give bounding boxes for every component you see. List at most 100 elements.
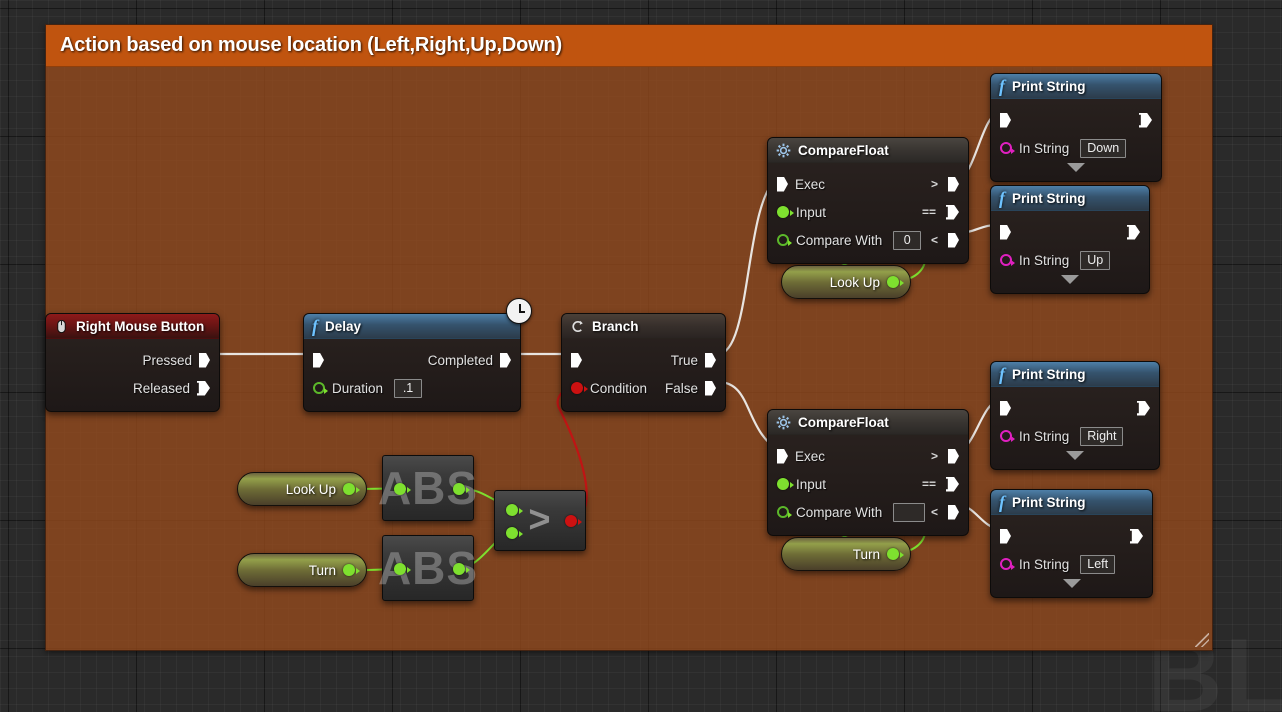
pin-row-exec[interactable] bbox=[991, 522, 1152, 550]
pin-row-exec[interactable]: True bbox=[562, 346, 725, 374]
exec-pin-out[interactable] bbox=[1130, 529, 1143, 544]
exec-pin-in[interactable] bbox=[777, 448, 788, 464]
compare-with-input[interactable]: 0 bbox=[893, 230, 922, 250]
exec-pin-in[interactable] bbox=[1000, 400, 1011, 416]
float-pin-output[interactable] bbox=[887, 548, 904, 560]
exec-pin-greater[interactable] bbox=[948, 176, 959, 192]
exec-pin-equal[interactable] bbox=[946, 205, 959, 220]
node-body: In String Right bbox=[991, 387, 1159, 469]
variable-get-turn-left[interactable]: Turn bbox=[237, 553, 367, 587]
string-pin-in-string[interactable] bbox=[1000, 558, 1015, 570]
pin-row-exec[interactable] bbox=[991, 218, 1149, 246]
pin-row-pressed[interactable]: Pressed bbox=[46, 346, 219, 374]
exec-pin-false[interactable] bbox=[705, 380, 716, 396]
exec-pin-out[interactable] bbox=[1139, 113, 1152, 128]
float-pin-input[interactable] bbox=[777, 478, 794, 490]
exec-pin-equal[interactable] bbox=[946, 477, 959, 492]
expand-node-toggle[interactable] bbox=[991, 162, 1161, 172]
pin-row-in-string[interactable]: In String Right bbox=[991, 422, 1159, 450]
float-pin-input[interactable] bbox=[777, 206, 794, 218]
variable-get-look-up-top[interactable]: Look Up bbox=[781, 265, 911, 299]
float-pin-input-a[interactable] bbox=[506, 504, 523, 516]
node-body: Exec > Input == bbox=[768, 163, 968, 263]
node-greater-than[interactable]: > bbox=[494, 490, 586, 551]
exec-pin-released[interactable] bbox=[197, 381, 210, 396]
float-pin-output[interactable] bbox=[453, 483, 470, 495]
float-pin-output[interactable] bbox=[343, 564, 360, 576]
expand-node-toggle[interactable] bbox=[991, 578, 1152, 588]
pin-row-in-string[interactable]: In String Up bbox=[991, 246, 1149, 274]
blueprint-graph-canvas[interactable]: BL Action based on mouse location (Left,… bbox=[0, 0, 1282, 712]
pin-row-exec[interactable]: Exec > bbox=[768, 170, 968, 198]
in-string-input[interactable]: Up bbox=[1080, 250, 1111, 270]
expand-node-toggle[interactable] bbox=[991, 274, 1149, 284]
node-compare-float-top[interactable]: CompareFloat Exec > Input == Compare Wit… bbox=[767, 137, 969, 264]
pin-row-released[interactable]: Released bbox=[46, 374, 219, 402]
float-pin-input[interactable] bbox=[394, 563, 411, 575]
pin-row-in-string[interactable]: In String Left bbox=[991, 550, 1152, 578]
bool-pin-condition[interactable] bbox=[571, 382, 588, 394]
duration-input[interactable]: .1 bbox=[394, 378, 423, 398]
exec-pin-out[interactable] bbox=[1127, 225, 1140, 240]
expand-node-toggle[interactable] bbox=[991, 450, 1159, 460]
variable-get-look-up-left[interactable]: Look Up bbox=[237, 472, 367, 506]
string-pin-in-string[interactable] bbox=[1000, 254, 1015, 266]
node-abs-bottom[interactable]: ABS bbox=[378, 535, 477, 601]
exec-pin-less[interactable] bbox=[948, 504, 959, 520]
node-body: Completed Duration .1 bbox=[304, 339, 520, 411]
node-branch[interactable]: Branch True Condition False bbox=[561, 313, 726, 412]
exec-pin-in[interactable] bbox=[571, 352, 582, 368]
pin-row-input[interactable]: Input == bbox=[768, 198, 968, 226]
in-string-input[interactable]: Down bbox=[1080, 138, 1127, 158]
exec-pin-pressed[interactable] bbox=[199, 352, 210, 368]
float-pin-duration[interactable] bbox=[313, 382, 328, 394]
node-print-string-right[interactable]: f Print String In String Right bbox=[990, 361, 1160, 470]
bool-pin-output[interactable] bbox=[565, 515, 582, 527]
float-pin-output[interactable] bbox=[453, 563, 470, 575]
node-delay[interactable]: f Delay Completed Duration .1 bbox=[303, 298, 532, 412]
float-pin-input[interactable] bbox=[394, 483, 411, 495]
node-abs-top[interactable]: ABS bbox=[378, 455, 477, 521]
pin-row-in-string[interactable]: In String Down bbox=[991, 134, 1161, 162]
comment-box-resize-grip[interactable] bbox=[1195, 633, 1209, 647]
string-pin-in-string[interactable] bbox=[1000, 142, 1015, 154]
in-string-input[interactable]: Right bbox=[1080, 426, 1124, 446]
node-body: True Condition False bbox=[562, 339, 725, 411]
node-print-string-up[interactable]: f Print String In String Up bbox=[990, 185, 1150, 294]
pin-row-exec[interactable]: Completed bbox=[304, 346, 520, 374]
pin-row-exec[interactable]: Exec > bbox=[768, 442, 968, 470]
node-body: In String Up bbox=[991, 211, 1149, 293]
pin-row-exec[interactable] bbox=[991, 394, 1159, 422]
pin-row-compare-with[interactable]: Compare With < bbox=[768, 498, 968, 526]
pin-row-condition[interactable]: Condition False bbox=[562, 374, 725, 402]
node-print-string-down[interactable]: f Print String In String Down bbox=[990, 73, 1162, 182]
float-pin-output[interactable] bbox=[343, 483, 360, 495]
exec-pin-greater[interactable] bbox=[948, 448, 959, 464]
exec-pin-in[interactable] bbox=[1000, 528, 1011, 544]
exec-pin-true[interactable] bbox=[705, 352, 716, 368]
node-right-mouse-button[interactable]: Right Mouse Button Pressed Released bbox=[45, 313, 220, 412]
exec-pin-completed[interactable] bbox=[500, 352, 511, 368]
exec-pin-in[interactable] bbox=[1000, 112, 1011, 128]
pin-row-duration[interactable]: Duration .1 bbox=[304, 374, 520, 402]
exec-pin-less[interactable] bbox=[948, 232, 959, 248]
exec-pin-in[interactable] bbox=[313, 352, 324, 368]
node-compare-float-bottom[interactable]: CompareFloat Exec > Input == Compare Wit… bbox=[767, 409, 969, 536]
exec-pin-in[interactable] bbox=[1000, 224, 1011, 240]
node-print-string-left[interactable]: f Print String In String Left bbox=[990, 489, 1153, 598]
compare-with-input[interactable] bbox=[893, 502, 926, 522]
string-pin-in-string[interactable] bbox=[1000, 430, 1015, 442]
exec-pin-out[interactable] bbox=[1137, 401, 1150, 416]
comment-box-title-bar[interactable]: Action based on mouse location (Left,Rig… bbox=[46, 25, 1212, 67]
float-pin-output[interactable] bbox=[887, 276, 904, 288]
pin-row-compare-with[interactable]: Compare With 0 < bbox=[768, 226, 968, 254]
float-pin-compare-with[interactable] bbox=[777, 506, 792, 518]
pin-row-exec[interactable] bbox=[991, 106, 1161, 134]
in-string-input[interactable]: Left bbox=[1080, 554, 1116, 574]
variable-get-turn-bottom[interactable]: Turn bbox=[781, 537, 911, 571]
exec-pin-in[interactable] bbox=[777, 176, 788, 192]
variable-label: Turn bbox=[308, 562, 336, 578]
pin-row-input[interactable]: Input == bbox=[768, 470, 968, 498]
float-pin-input-b[interactable] bbox=[506, 527, 523, 539]
float-pin-compare-with[interactable] bbox=[777, 234, 792, 246]
